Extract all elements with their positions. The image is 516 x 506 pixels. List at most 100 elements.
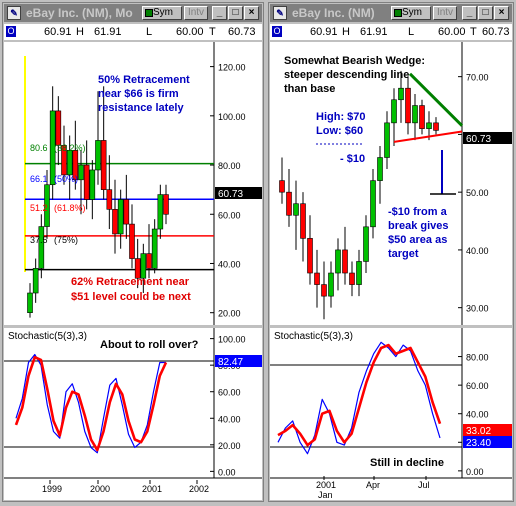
stochastic-note: About to roll over? (100, 339, 199, 351)
maximize-button[interactable]: □ (228, 6, 243, 20)
fib-label-37: 37.5 (30, 235, 48, 245)
stochastic-label: Stochastic(5(3),3) (274, 331, 353, 342)
candle-body (419, 105, 425, 129)
candle-body (328, 272, 334, 297)
candle-body (157, 194, 164, 230)
x-tick-label: 2001 (142, 484, 162, 494)
wedge-lower-line (393, 130, 463, 143)
daily-chart-window: ✎ eBay Inc. (NM) Sym Intv _ □ × O 60.91 … (268, 2, 514, 502)
monthly-stochastic-chart: 100.0080.0060.0040.0020.000.00 199920002… (4, 328, 262, 494)
x-tick-label: 2000 (90, 484, 110, 494)
retracement-50-line-2: near $66 is firm (98, 88, 179, 100)
y-tick-label: 70.00 (466, 73, 489, 83)
target-note-line-4: target (388, 248, 419, 260)
candle-body (32, 268, 39, 294)
monthly-price-chart: 120.00 100.00 80.00 60.00 40.00 20.00 50% Ret… (24, 42, 262, 325)
candle-body (38, 226, 45, 269)
candle-body (363, 226, 369, 262)
y-tick-label: 40.00 (466, 246, 489, 256)
high-flag: H (342, 26, 350, 38)
low-value: 60.00 (176, 26, 204, 38)
stochastic-badge-2: 23.40 (466, 438, 491, 449)
y-tick-label: 40.00 (218, 414, 241, 424)
stochastic-note: Still in decline (370, 457, 444, 469)
y-tick-label: 60.00 (218, 210, 241, 220)
title-bar[interactable]: ✎ eBay Inc. (NM) Sym Intv _ □ × (270, 4, 512, 22)
window-title: eBay Inc. (NM) (292, 6, 375, 20)
stochastic-panel[interactable]: 100.0080.0060.0040.0020.000.00 199920002… (4, 328, 262, 500)
minimize-button[interactable]: _ (462, 6, 477, 20)
candle-body (117, 199, 124, 235)
open-value: 60.91 (44, 26, 72, 38)
stochastic-badge-1: 33.02 (466, 426, 491, 437)
y-tick-label: 120.00 (218, 63, 246, 73)
price-panel[interactable]: 120.00 100.00 80.00 60.00 40.00 20.00 50% Ret… (4, 42, 262, 325)
sym-button[interactable]: Sym (142, 6, 182, 20)
open-flag: O (272, 26, 282, 37)
sym-button[interactable]: Sym (391, 6, 431, 20)
fib-label-51: 51.2 (30, 203, 48, 213)
candle-body (151, 228, 158, 269)
retracement-50-line-1: 50% Retracement (98, 74, 190, 86)
stochastic-panel[interactable]: 80.0060.0040.0020.000.00 2001JanAprJul S… (270, 328, 512, 500)
chart-app-icon: ✎ (273, 6, 287, 20)
interval-button[interactable]: Intv (433, 6, 457, 20)
target-note-line-1: -$10 from a (388, 206, 448, 218)
candle-body (279, 180, 285, 193)
monthly-chart-window: ✎ eBay Inc. (NM), Mo Sym Intv _ □ × O 60… (2, 2, 264, 502)
candle-body (307, 238, 313, 274)
minimize-button[interactable]: _ (212, 6, 227, 20)
low-note: Low: $60 (316, 125, 363, 137)
quote-bar: O 60.91 H 61.91 L 60.00 T 60.73 (270, 24, 512, 40)
candle-body (377, 157, 383, 181)
y-tick-label: 0.00 (466, 467, 484, 477)
candle-body (140, 253, 147, 279)
candle-body (66, 149, 73, 176)
quote-bar: O 60.91 H 61.91 L 60.00 T 60.73 (4, 24, 262, 40)
fib-label-80: 80.6 (30, 143, 48, 153)
x-tick-label: 2002 (189, 484, 209, 494)
candle-body (286, 191, 292, 216)
maximize-button[interactable]: □ (478, 6, 493, 20)
candle-body (83, 164, 90, 200)
low-flag: L (408, 26, 415, 38)
low-value: 60.00 (438, 26, 466, 38)
title-bar[interactable]: ✎ eBay Inc. (NM), Mo Sym Intv _ □ × (4, 4, 262, 22)
y-tick-label: 30.00 (466, 304, 489, 314)
fib-pct-50: (50%) (54, 174, 78, 184)
y-tick-label: 0.00 (218, 467, 236, 477)
candle-body (356, 261, 362, 285)
y-tick-label: 20.00 (218, 441, 241, 451)
chart-app-icon: ✎ (7, 6, 21, 20)
interval-button[interactable]: Intv (184, 6, 208, 20)
x-tick-label: Jul (418, 480, 430, 490)
candle-body (342, 249, 348, 274)
candle-body (433, 122, 439, 131)
candle-body (370, 180, 376, 228)
candle-body (426, 122, 432, 129)
candle-body (398, 87, 404, 101)
stochastic-line-d (14, 355, 168, 452)
close-value: 60.73 (482, 26, 510, 38)
fib-pct-38: (38.2%) (54, 143, 86, 153)
price-badge: 60.73 (218, 189, 243, 200)
candle-body (146, 253, 152, 269)
daily-price-chart: 70.0060.0050.0040.0030.00 Somewhat Beari… (279, 42, 512, 325)
open-value: 60.91 (310, 26, 338, 38)
high-flag: H (76, 26, 84, 38)
retracement-50-line-3: resistance lately (98, 102, 184, 114)
fib-pct-61: (61.8%) (54, 203, 86, 213)
candle-body (314, 272, 320, 285)
close-button[interactable]: × (244, 6, 259, 20)
candle-body (293, 203, 299, 216)
x-tick-label: Apr (366, 480, 380, 490)
y-tick-label: 80.00 (218, 161, 241, 171)
price-panel[interactable]: 70.0060.0050.0040.0030.00 Somewhat Beari… (270, 42, 512, 325)
minus-10-note: - $10 (340, 153, 365, 165)
close-flag: T (209, 26, 216, 38)
fib-label-66: 66.1 (30, 174, 48, 184)
candle-body (55, 110, 62, 146)
target-note-line-2: break gives (388, 220, 449, 232)
close-button[interactable]: × (494, 6, 509, 20)
close-value: 60.73 (228, 26, 256, 38)
